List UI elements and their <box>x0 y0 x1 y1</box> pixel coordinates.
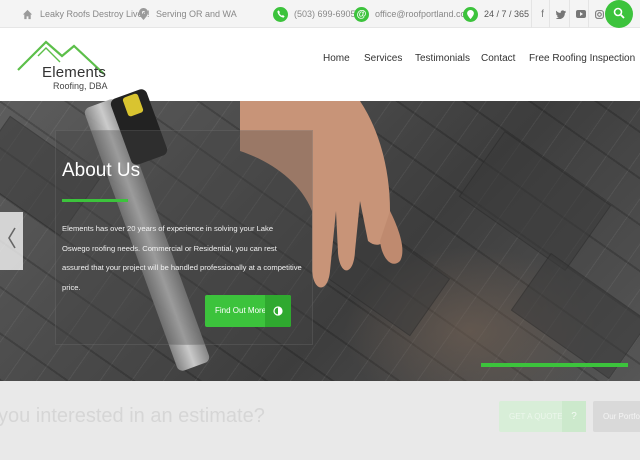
email-item[interactable]: @ office@roofportland.com <box>354 0 473 28</box>
location-pin-icon <box>463 6 478 22</box>
top-info-bar: Leaky Roofs Destroy Lives! Serving OR an… <box>0 0 640 28</box>
service-area-text: Serving OR and WA <box>156 9 237 19</box>
roof-shingle <box>458 130 612 272</box>
get-a-quote-label: GET A QUOTE <box>509 412 563 421</box>
logo-name[interactable]: Elements <box>42 64 106 81</box>
home-icon <box>20 7 34 21</box>
nav-services[interactable]: Services <box>364 53 402 64</box>
about-title: About Us <box>62 160 141 181</box>
nav-testimonials[interactable]: Testimonials <box>415 53 470 64</box>
phone-icon <box>273 6 288 22</box>
chevron-left-icon <box>7 227 17 255</box>
our-portfolio-button[interactable]: Our Portfolio <box>593 401 640 432</box>
find-out-more-button[interactable]: Find Out More <box>205 295 291 327</box>
nav-home[interactable]: Home <box>323 53 350 64</box>
phone-item[interactable]: (503) 699-6905 <box>273 0 356 28</box>
about-description: Elements has over 20 years of experience… <box>62 224 302 292</box>
search-icon <box>613 7 625 21</box>
estimate-question: you interested in an estimate? <box>0 405 265 427</box>
title-accent-bar <box>62 199 128 202</box>
twitter-icon[interactable] <box>549 0 571 28</box>
slider-progress-bar <box>481 363 628 367</box>
question-mark-icon: ? <box>562 401 586 432</box>
half-circle-icon <box>265 295 291 327</box>
nav-contact[interactable]: Contact <box>481 53 515 64</box>
nav-free-roofing-inspection[interactable]: Free Roofing Inspection <box>529 53 635 64</box>
our-portfolio-label: Our Portfolio <box>603 412 640 421</box>
map-pin-icon <box>136 7 150 21</box>
find-out-more-label: Find Out More <box>215 306 267 315</box>
service-area-item: Serving OR and WA <box>136 0 237 28</box>
phone-text[interactable]: (503) 699-6905 <box>294 9 356 19</box>
tagline-text: Leaky Roofs Destroy Lives! <box>40 9 150 19</box>
email-at-icon: @ <box>354 6 369 22</box>
roof-shingle <box>510 252 640 380</box>
tagline-item: Leaky Roofs Destroy Lives! <box>20 0 150 28</box>
search-button[interactable] <box>605 0 633 28</box>
logo-subtitle: Roofing, DBA <box>53 81 108 91</box>
slider-prev-button[interactable] <box>0 212 23 270</box>
get-a-quote-button[interactable]: GET A QUOTE ? <box>499 401 586 432</box>
hours-text: 24 / 7 / 365 <box>484 9 530 19</box>
hours-item: 24 / 7 / 365 <box>463 0 529 28</box>
email-text[interactable]: office@roofportland.com <box>375 9 473 19</box>
